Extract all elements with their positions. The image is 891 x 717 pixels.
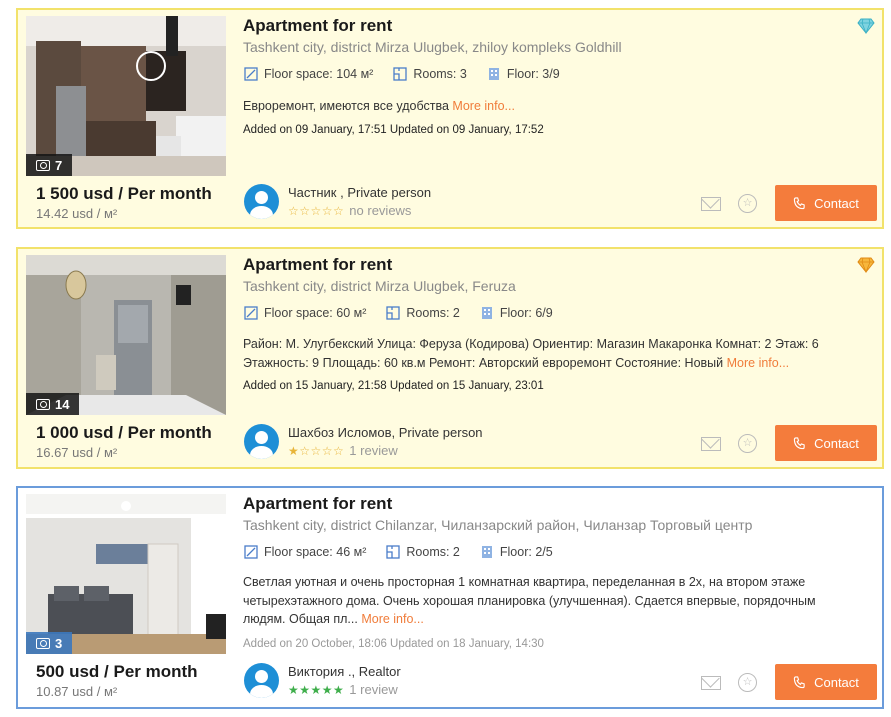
area-icon [244, 306, 258, 320]
photo-count-badge: 3 [26, 632, 73, 654]
favorite-star-icon[interactable]: ☆ [738, 673, 757, 692]
rating-stars: ☆☆☆☆☆ [288, 203, 345, 218]
phone-icon [793, 196, 805, 209]
listing-description: Район: М. Улугбекский Улица: Феруза (Код… [243, 337, 819, 370]
building-icon [481, 307, 492, 319]
price-per-sqm: 14.42 usd / м² [36, 206, 118, 221]
avatar[interactable] [244, 424, 279, 459]
camera-icon [36, 637, 50, 649]
owner-block[interactable]: Частник , Private person ☆☆☆☆☆ no review… [244, 184, 431, 219]
spec-floor-space: Floor space: 104 м² [244, 67, 373, 81]
listing-card[interactable]: 14 1 000 usd / Per month 16.67 usd / м² … [16, 247, 884, 469]
contact-button[interactable]: Contact [775, 185, 877, 221]
phone-icon [793, 436, 805, 449]
rating-stars: ★★★★★ [288, 682, 345, 697]
listing-dates: Added on 09 January, 17:51 Updated on 09… [243, 124, 544, 136]
price-per-sqm: 16.67 usd / м² [36, 445, 118, 460]
spec-rooms: Rooms: 3 [393, 67, 467, 81]
listing-address: Tashkent city, district Chilanzar, Чилан… [243, 517, 753, 533]
listing-title[interactable]: Apartment for rent [243, 494, 392, 514]
listing-photo[interactable]: 14 [26, 255, 226, 415]
camera-icon [36, 398, 50, 410]
listing-card[interactable]: 3 500 usd / Per month 10.87 usd / м² Apa… [16, 486, 884, 709]
rooms-icon [386, 545, 401, 559]
price: 500 usd / Per month [36, 662, 198, 681]
building-icon [488, 68, 499, 80]
reviews-count[interactable]: no reviews [349, 203, 411, 218]
photo-count: 7 [55, 157, 63, 173]
rooms-icon [393, 67, 407, 81]
price: 1 000 usd / Per month [36, 423, 212, 442]
favorite-star-icon[interactable]: ☆ [738, 434, 757, 453]
listing-description: Евроремонт, имеются все удобства More in… [243, 99, 515, 113]
listing-specs: Floor space: 104 м² Rooms: 3 Floor: 3/9 [244, 67, 580, 81]
more-info-link[interactable]: More info... [452, 99, 515, 113]
photo-count: 3 [55, 635, 63, 651]
reviews-count[interactable]: 1 review [349, 443, 397, 458]
listing-title[interactable]: Apartment for rent [243, 255, 392, 275]
avatar[interactable] [244, 663, 279, 698]
phone-icon [793, 675, 805, 688]
owner-block[interactable]: Виктория ., Realtor ★★★★★ 1 review [244, 663, 401, 698]
photo-count-badge: 7 [26, 154, 73, 176]
rating-stars: ★☆☆☆☆ [288, 443, 345, 458]
owner-rating: ★☆☆☆☆ 1 review [288, 443, 483, 458]
listing-description: Светлая уютная и очень просторная 1 комн… [243, 575, 816, 626]
premium-diamond-icon [857, 18, 875, 34]
owner-name[interactable]: Шахбоз Исломов, Private person [288, 425, 483, 440]
area-icon [244, 545, 258, 559]
mail-icon[interactable] [701, 197, 721, 211]
more-info-link[interactable]: More info... [727, 356, 790, 370]
listing-address: Tashkent city, district Mirza Ulugbek, F… [243, 278, 516, 294]
listing-photo[interactable]: 3 [26, 494, 226, 654]
owner-rating: ★★★★★ 1 review [288, 682, 401, 697]
listing-address: Tashkent city, district Mirza Ulugbek, z… [243, 39, 622, 55]
photo-count-badge: 14 [26, 393, 80, 415]
contact-button[interactable]: Contact [775, 425, 877, 461]
building-icon [481, 546, 492, 558]
listing-title[interactable]: Apartment for rent [243, 16, 392, 36]
spec-rooms: Rooms: 2 [386, 545, 460, 559]
spec-floor-space: Floor space: 60 м² [244, 306, 366, 320]
listing-photo[interactable]: 7 [26, 16, 226, 176]
camera-icon [36, 159, 50, 171]
reviews-count[interactable]: 1 review [349, 682, 397, 697]
listing-dates: Added on 15 January, 21:58 Updated on 15… [243, 380, 544, 392]
owner-rating: ☆☆☆☆☆ no reviews [288, 203, 431, 218]
avatar[interactable] [244, 184, 279, 219]
area-icon [244, 67, 258, 81]
premium-diamond-icon [857, 257, 875, 273]
spec-floor: Floor: 6/9 [480, 306, 553, 320]
contact-button[interactable]: Contact [775, 664, 877, 700]
spec-floor: Floor: 2/5 [480, 545, 553, 559]
favorite-star-icon[interactable]: ☆ [738, 194, 757, 213]
more-info-link[interactable]: More info... [361, 612, 424, 626]
owner-block[interactable]: Шахбоз Исломов, Private person ★☆☆☆☆ 1 r… [244, 424, 483, 459]
spec-floor: Floor: 3/9 [487, 67, 560, 81]
listing-dates: Added on 20 October, 18:06 Updated on 18… [243, 638, 544, 650]
owner-name[interactable]: Частник , Private person [288, 185, 431, 200]
owner-name[interactable]: Виктория ., Realtor [288, 664, 401, 679]
listing-card[interactable]: 7 1 500 usd / Per month 14.42 usd / м² A… [16, 8, 884, 229]
listing-specs: Floor space: 60 м² Rooms: 2 Floor: 6/9 [244, 306, 573, 320]
rooms-icon [386, 306, 401, 320]
listing-specs: Floor space: 46 м² Rooms: 2 Floor: 2/5 [244, 545, 573, 559]
spec-floor-space: Floor space: 46 м² [244, 545, 366, 559]
mail-icon[interactable] [701, 676, 721, 690]
photo-count: 14 [55, 396, 70, 412]
spec-rooms: Rooms: 2 [386, 306, 460, 320]
mail-icon[interactable] [701, 437, 721, 451]
price: 1 500 usd / Per month [36, 184, 212, 203]
price-per-sqm: 10.87 usd / м² [36, 684, 118, 699]
